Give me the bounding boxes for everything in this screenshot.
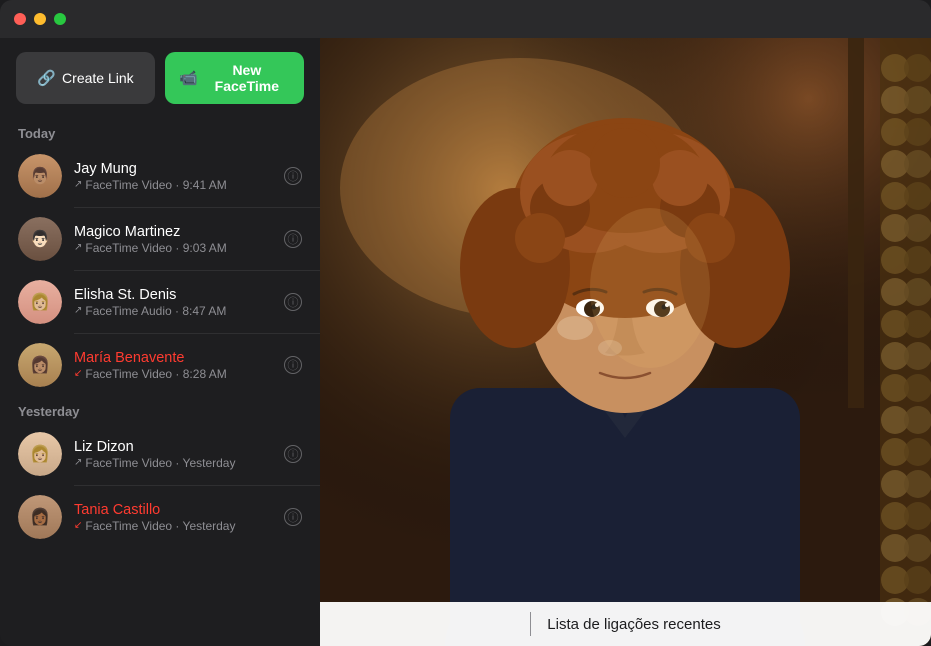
call-item-liz[interactable]: 👩🏼Liz Dizon↗FaceTime Video · Yesterdayⓘ [0,423,320,485]
portrait-photo [320,38,931,646]
info-button-tania[interactable]: ⓘ [284,508,302,526]
call-info-elisha: Elisha St. Denis↗FaceTime Audio · 8:47 A… [74,287,272,318]
new-facetime-label: New FaceTime [204,62,290,94]
call-info-magico: Magico Martinez↗FaceTime Video · 9:03 AM [74,224,272,255]
info-button-maria[interactable]: ⓘ [284,356,302,374]
avatar-tania: 👩🏾 [18,495,62,539]
call-name-tania: Tania Castillo [74,502,272,518]
avatar-liz: 👩🏼 [18,432,62,476]
section-header-today: Today [0,118,320,145]
call-info-tania: Tania Castillo↙FaceTime Video · Yesterda… [74,502,272,533]
info-button-jay[interactable]: ⓘ [284,167,302,185]
caption-divider [530,612,531,636]
call-type-time-tania: FaceTime Video · Yesterday [85,519,235,533]
call-info-maria: María Benavente↙FaceTime Video · 8:28 AM [74,350,272,381]
photo-background [320,38,931,646]
call-type-time-jay: FaceTime Video · 9:41 AM [85,178,226,192]
close-button[interactable] [14,13,26,25]
caption-text: Lista de ligações recentes [547,616,720,633]
call-list: Today👨🏽Jay Mung↗FaceTime Video · 9:41 AM… [0,118,320,548]
call-item-elisha[interactable]: 👩🏼Elisha St. Denis↗FaceTime Audio · 8:47… [0,271,320,333]
call-type-time-maria: FaceTime Video · 8:28 AM [85,367,226,381]
call-arrow-magico: ↗ [74,242,82,253]
call-detail-magico: ↗FaceTime Video · 9:03 AM [74,241,272,255]
call-item-magico[interactable]: 👨🏻Magico Martinez↗FaceTime Video · 9:03 … [0,208,320,270]
maximize-button[interactable] [54,13,66,25]
toolbar: 🔗 Create Link 📹 New FaceTime [0,38,320,118]
app-window: 🔗 Create Link 📹 New FaceTime Today 👨🏽 Jay … [0,0,931,646]
call-type-time-liz: FaceTime Video · Yesterday [85,456,235,470]
call-arrow-elisha: ↗ [74,305,82,316]
avatar-magico: 👨🏻 [18,217,62,261]
new-facetime-button[interactable]: 📹 New FaceTime [165,52,304,104]
main-content: Lista de ligações recentes [320,38,931,646]
call-name-elisha: Elisha St. Denis [74,287,272,303]
call-name-liz: Liz Dizon [74,439,272,455]
call-detail-liz: ↗FaceTime Video · Yesterday [74,456,272,470]
avatar-maria: 👩🏽 [18,343,62,387]
video-icon: 📹 [179,69,198,87]
info-button-elisha[interactable]: ⓘ [284,293,302,311]
info-button-magico[interactable]: ⓘ [284,230,302,248]
call-arrow-liz: ↗ [74,457,82,468]
call-detail-tania: ↙FaceTime Video · Yesterday [74,519,272,533]
call-item-jay[interactable]: 👨🏽Jay Mung↗FaceTime Video · 9:41 AMⓘ [0,145,320,207]
avatar-elisha: 👩🏼 [18,280,62,324]
sidebar: 🔗 Create Link 📹 New FaceTime Today 👨🏽 Jay … [0,38,320,646]
call-item-tania[interactable]: 👩🏾Tania Castillo↙FaceTime Video · Yester… [0,486,320,548]
traffic-lights [14,13,66,25]
minimize-button[interactable] [34,13,46,25]
call-info-jay: Jay Mung↗FaceTime Video · 9:41 AM [74,161,272,192]
title-bar [0,0,931,38]
link-icon: 🔗 [37,69,56,87]
create-link-label: Create Link [62,70,134,86]
call-item-maria[interactable]: 👩🏽María Benavente↙FaceTime Video · 8:28 … [0,334,320,396]
call-name-maria: María Benavente [74,350,272,366]
call-info-liz: Liz Dizon↗FaceTime Video · Yesterday [74,439,272,470]
call-arrow-tania: ↙ [74,520,82,531]
call-type-time-magico: FaceTime Video · 9:03 AM [85,241,226,255]
call-detail-elisha: ↗FaceTime Audio · 8:47 AM [74,304,272,318]
main-layout: 🔗 Create Link 📹 New FaceTime Today 👨🏽 Jay … [0,38,931,646]
create-link-button[interactable]: 🔗 Create Link [16,52,155,104]
info-button-liz[interactable]: ⓘ [284,445,302,463]
call-arrow-maria: ↙ [74,368,82,379]
call-name-magico: Magico Martinez [74,224,272,240]
caption-bar: Lista de ligações recentes [320,602,931,646]
call-name-jay: Jay Mung [74,161,272,177]
call-arrow-jay: ↗ [74,179,82,190]
call-detail-maria: ↙FaceTime Video · 8:28 AM [74,367,272,381]
section-header-yesterday: Yesterday [0,396,320,423]
avatar-jay: 👨🏽 [18,154,62,198]
call-type-time-elisha: FaceTime Audio · 8:47 AM [85,304,226,318]
call-detail-jay: ↗FaceTime Video · 9:41 AM [74,178,272,192]
